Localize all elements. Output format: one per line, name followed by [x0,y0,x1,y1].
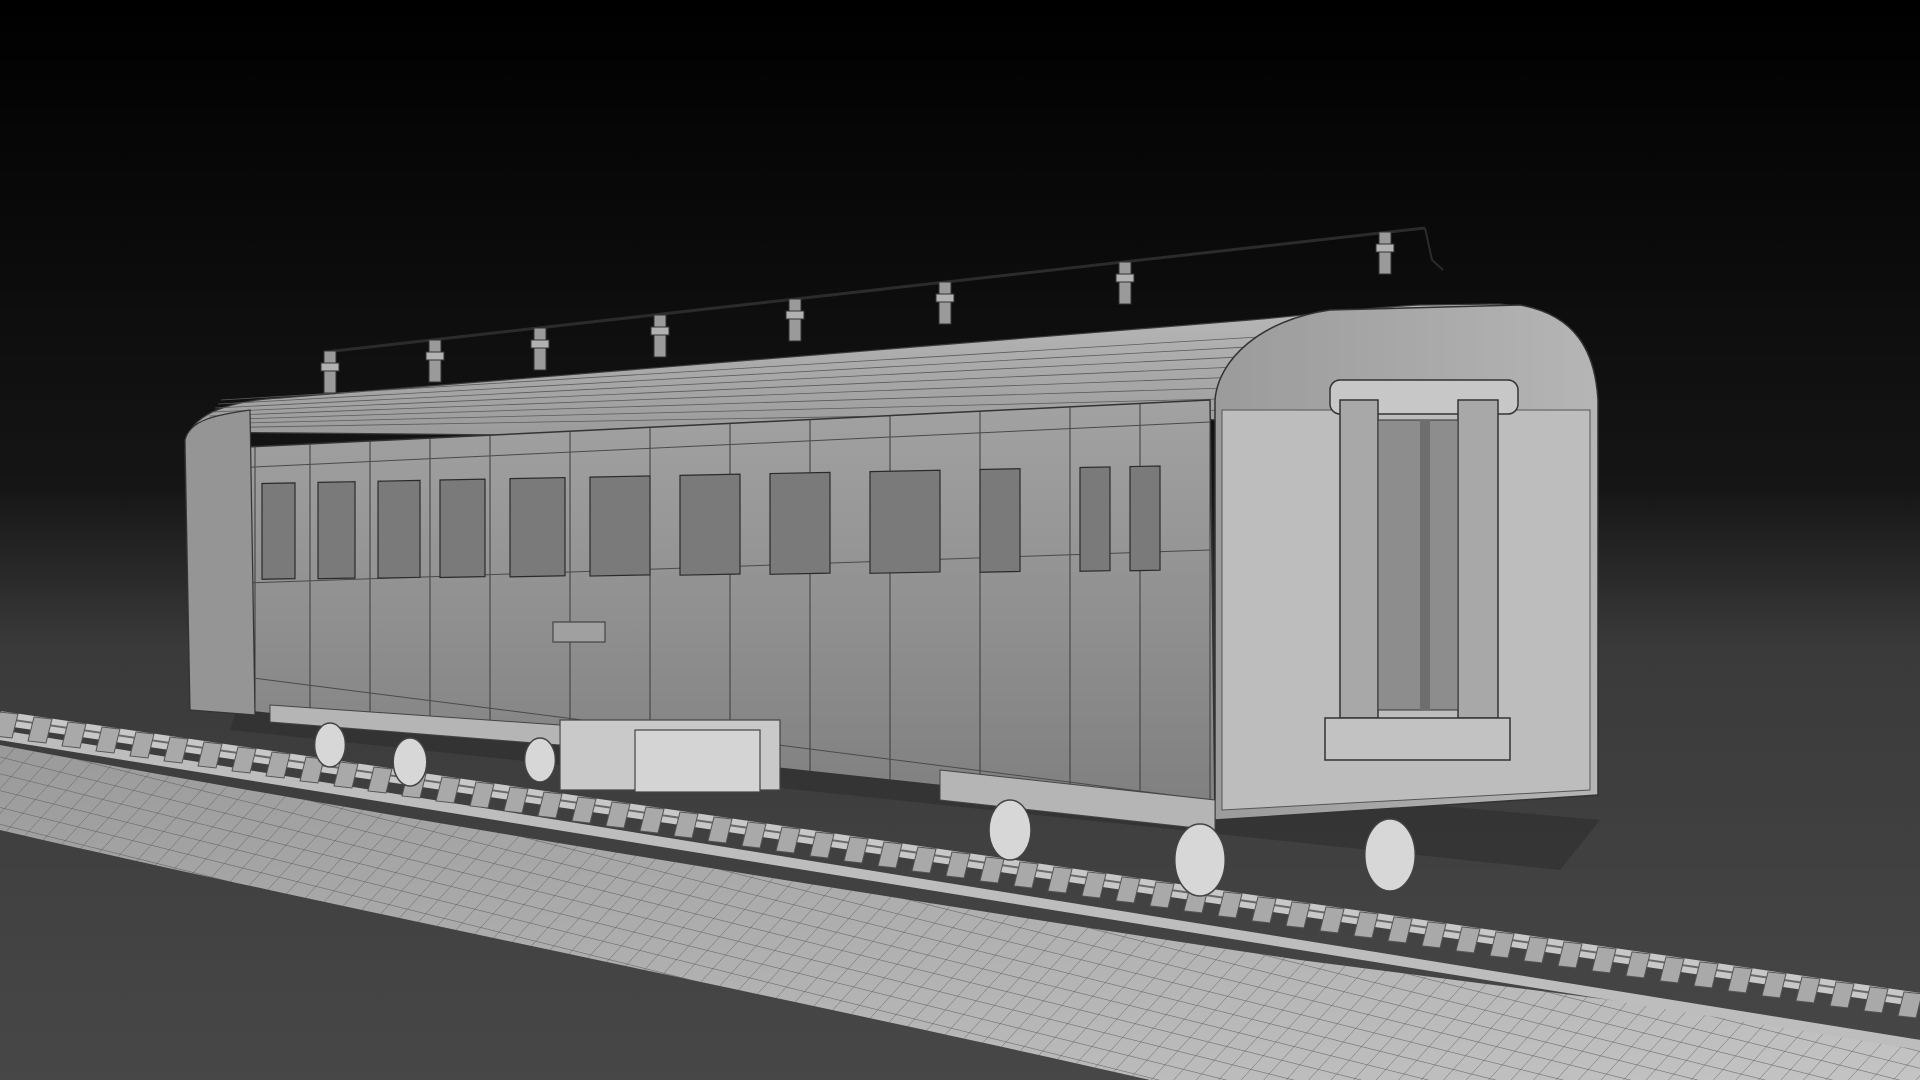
roof-insulator [785,298,805,342]
roof-insulator [1115,261,1135,305]
gangway-frame [1324,379,1519,761]
roof-insulator [1375,231,1395,275]
wheel [988,799,1032,861]
car-window [769,471,831,575]
car-window [869,469,941,574]
car-left-end [184,409,256,716]
car-window [317,481,356,580]
car-window [509,476,566,578]
wheel [523,737,557,783]
wheel [1364,818,1416,892]
roof-insulator [650,314,670,358]
side-plate [552,621,606,643]
roof-insulator [425,339,445,383]
car-window [979,468,1021,573]
render-viewport [0,0,1920,1080]
car-window [1129,465,1161,572]
roof-insulator [530,327,550,371]
wheel [392,737,428,787]
wheel [1174,823,1226,897]
train-car-render [0,0,1920,1080]
car-window [439,478,486,579]
car-window [377,479,421,579]
wheel [313,722,347,768]
car-window [589,475,651,577]
car-window [679,473,741,576]
roof-insulator [935,281,955,325]
car-window [261,482,296,580]
roof-insulator [320,350,340,394]
car-window [1079,466,1111,572]
